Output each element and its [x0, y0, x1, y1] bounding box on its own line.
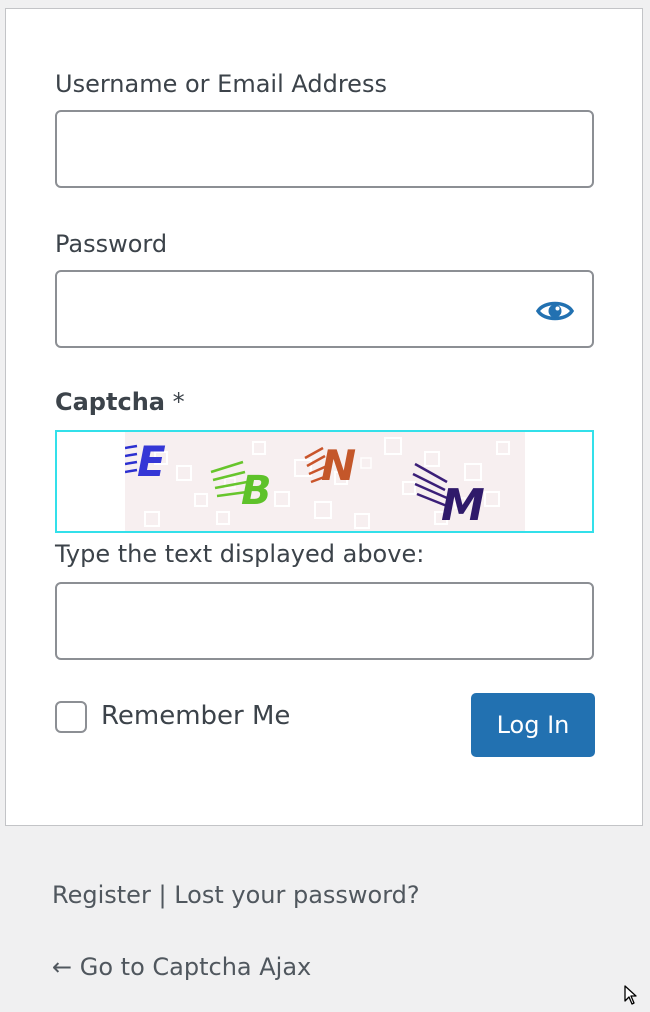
login-form: Username or Email Address Password Captc… — [5, 8, 643, 826]
captcha-label-text: Captcha — [55, 388, 165, 416]
captcha-letter-2: B — [241, 468, 272, 514]
back-to-site-link[interactable]: ← Go to Captcha Ajax — [52, 953, 311, 981]
captcha-image-frame: E B N M — [55, 430, 594, 533]
captcha-label: Captcha * — [55, 387, 185, 417]
link-separator: | — [158, 881, 167, 909]
captcha-letter-4: M — [441, 480, 485, 531]
eye-icon — [536, 301, 574, 321]
remember-me-checkbox[interactable] — [55, 701, 87, 733]
password-input[interactable] — [55, 270, 594, 348]
mouse-cursor-icon — [624, 985, 637, 1005]
log-in-button[interactable]: Log In — [471, 693, 595, 757]
captcha-letter-3: N — [321, 441, 356, 490]
password-label: Password — [55, 230, 168, 258]
back-to-site: ← Go to Captcha Ajax — [52, 952, 311, 982]
username-label: Username or Email Address — [55, 70, 387, 98]
captcha-image: E B N M — [125, 432, 525, 531]
show-password-button[interactable] — [531, 291, 579, 331]
required-mark: * — [172, 388, 185, 416]
nav-links: Register | Lost your password? — [52, 880, 420, 910]
left-arrow-icon: ← — [52, 953, 73, 981]
captcha-input[interactable] — [55, 582, 594, 660]
back-to-site-label: Go to Captcha Ajax — [79, 953, 312, 981]
username-input[interactable] — [55, 110, 594, 188]
lost-password-link[interactable]: Lost your password? — [174, 881, 419, 909]
remember-me-label[interactable]: Remember Me — [101, 701, 290, 731]
captcha-letter-1: E — [137, 437, 166, 486]
register-link[interactable]: Register — [52, 881, 151, 909]
captcha-prompt: Type the text displayed above: — [55, 540, 425, 568]
